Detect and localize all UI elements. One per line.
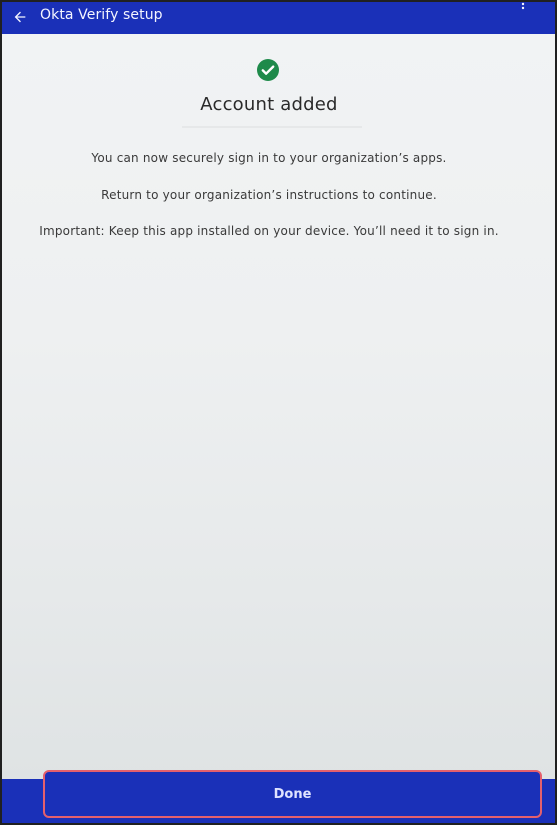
arrow-left-icon [14, 11, 26, 23]
back-button[interactable] [8, 5, 32, 29]
confirmation-panel: Account added You can now securely sign … [2, 34, 555, 779]
message-important: Important: Keep this app installed on yo… [39, 224, 499, 238]
device-screen: Okta Verify setup Account added You can … [0, 0, 557, 825]
done-button[interactable]: Done [43, 770, 542, 818]
app-bar-title: Okta Verify setup [40, 7, 163, 23]
app-bar: Okta Verify setup [2, 2, 555, 34]
more-vertical-icon [521, 2, 525, 10]
page-title: Account added [200, 94, 338, 115]
message-return: Return to your organization’s instructio… [101, 188, 437, 202]
overflow-menu-button[interactable] [517, 2, 529, 16]
message-signin: You can now securely sign in to your org… [91, 151, 447, 165]
title-divider [182, 126, 362, 128]
check-circle-icon [256, 58, 280, 82]
